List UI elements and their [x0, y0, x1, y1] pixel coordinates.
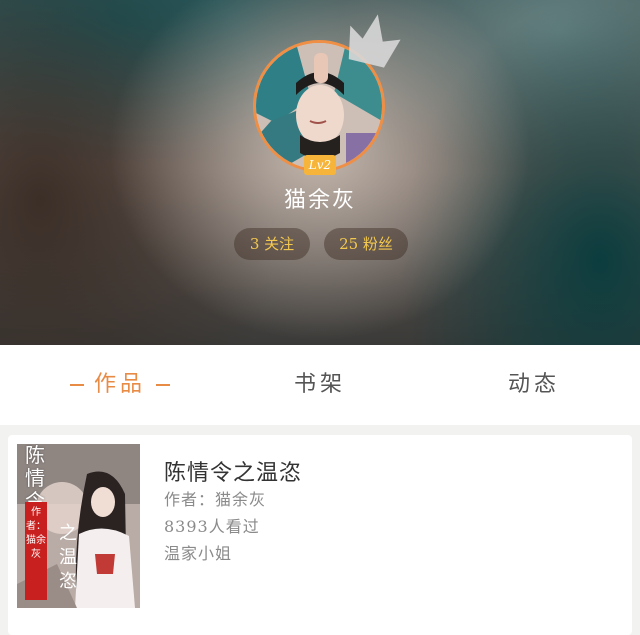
tab-active-dash-right — [156, 384, 170, 386]
book-views: 8393人看过 — [164, 517, 260, 536]
username: 猫余灰 — [283, 188, 356, 213]
fans-count-button[interactable]: 25 粉丝 — [324, 228, 408, 260]
following-count-button[interactable]: 3 关注 — [234, 228, 310, 260]
tab-bar: 作品 书架 动态 — [0, 345, 640, 425]
tab-activity-label: 动态 — [507, 372, 560, 397]
crown-icon — [348, 14, 401, 68]
level-badge: Lv2 — [304, 155, 336, 175]
book-cover[interactable]: 陈情令 作者：猫余灰 之温恣 — [17, 444, 140, 608]
cover-title-bottom: 之温恣 — [59, 523, 77, 592]
book-author: 作者：猫余灰 — [164, 490, 267, 509]
tab-bookshelf[interactable]: 书架 — [220, 345, 420, 425]
tab-active-dash-left — [69, 384, 84, 386]
tab-works[interactable]: 作品 — [20, 345, 220, 425]
book-tag: 温家小姐 — [164, 544, 233, 563]
tab-works-label: 作品 — [93, 372, 146, 397]
profile-header: Lv2 猫余灰 3 关注 25 粉丝 — [0, 0, 640, 345]
tab-activity[interactable]: 动态 — [434, 345, 634, 425]
tab-bookshelf-label: 书架 — [293, 372, 346, 397]
book-title[interactable]: 陈情令之温恣 — [164, 455, 302, 487]
works-list: 陈情令 作者：猫余灰 之温恣 陈情令之温恣 作者：猫余灰 8393人看过 温家小… — [0, 425, 640, 635]
cover-author-strip: 作者：猫余灰 — [25, 502, 47, 600]
book-card[interactable]: 陈情令 作者：猫余灰 之温恣 陈情令之温恣 作者：猫余灰 8393人看过 温家小… — [8, 435, 632, 635]
